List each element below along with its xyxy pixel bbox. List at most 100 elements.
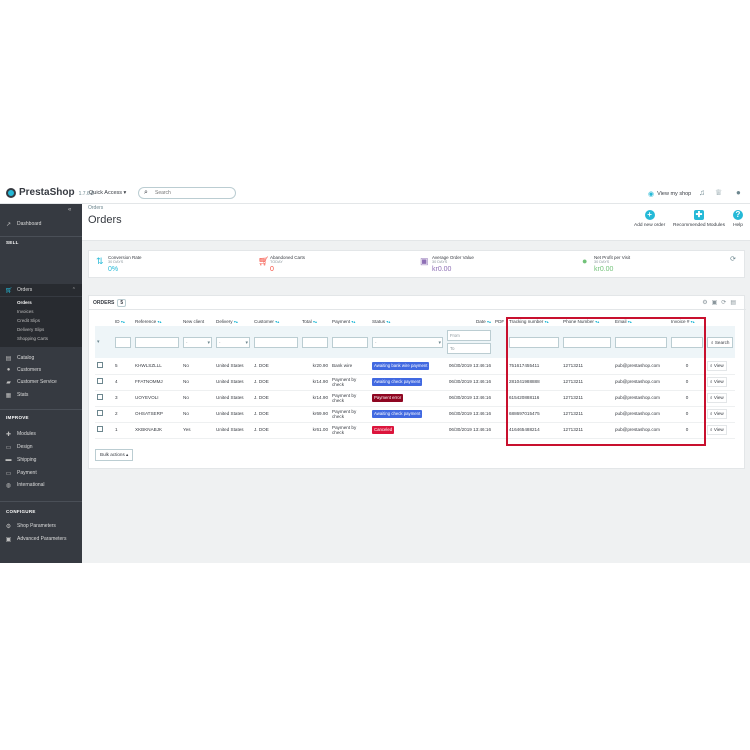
sidebar-subitem-credit-slips[interactable]: Credit Slips xyxy=(17,318,40,323)
logo[interactable]: PrestaShop 1.7.6.0 xyxy=(6,187,94,198)
column-header-reference[interactable]: Reference ▾▴ xyxy=(133,317,181,326)
search-input[interactable] xyxy=(155,189,231,197)
sidebar-item-advanced-parameters[interactable]: ▣ Advanced Parameters xyxy=(0,533,82,545)
column-header-invoice[interactable]: Invoice # ▾▴ xyxy=(669,317,705,326)
column-header-phone-number[interactable]: Phone Number ▾▴ xyxy=(561,317,613,326)
table-row[interactable]: 2 OHSATSERP No United States J. DOE kr69… xyxy=(95,406,736,423)
view-my-shop-link[interactable]: ◉ View my shop xyxy=(648,190,691,198)
refresh-list-icon[interactable]: ⟳ xyxy=(721,300,730,306)
sidebar-item-orders[interactable]: 🛒︎ Orders ⌃ xyxy=(0,284,82,296)
filter-reference-input[interactable] xyxy=(135,336,179,348)
filter-email-input[interactable] xyxy=(615,336,667,348)
column-header-payment[interactable]: Payment ▾▴ xyxy=(330,317,370,326)
filter-id-input[interactable] xyxy=(115,336,131,348)
add-new-order-button[interactable]: + Add new order xyxy=(634,210,665,228)
row-checkbox[interactable] xyxy=(97,394,103,401)
cell-phone-number: 12713211 xyxy=(561,406,613,423)
status-badge[interactable]: Awaiting bank wire payment xyxy=(372,362,430,370)
user-account-icon[interactable]: ● xyxy=(736,188,741,197)
row-checkbox[interactable] xyxy=(97,378,103,385)
status-badge[interactable]: Awaiting check payment xyxy=(372,378,423,386)
cell-tracking-number[interactable]: 281041988888 xyxy=(507,374,561,391)
logo-text: PrestaShop xyxy=(19,187,75,198)
row-checkbox[interactable] xyxy=(97,426,103,433)
view-order-button[interactable]: ⌕ View xyxy=(707,393,727,403)
filter-date-from-input[interactable]: From xyxy=(447,330,491,341)
sidebar-subitem-shopping-carts[interactable]: Shopping Carts xyxy=(17,336,48,341)
sidebar-item-stats[interactable]: ▦ Stats xyxy=(0,389,82,401)
export-icon[interactable]: ▣ xyxy=(712,300,722,306)
table-row[interactable]: 4 FFATNOMMJ No United States J. DOE kr14… xyxy=(95,374,736,391)
filter-invoice-input[interactable] xyxy=(671,336,703,348)
view-order-button[interactable]: ⌕ View xyxy=(707,377,727,387)
collapse-sidebar-icon[interactable]: « xyxy=(68,207,71,213)
table-row[interactable]: 5 KHWLSZLLL No United States J. DOE kr20… xyxy=(95,358,736,375)
sidebar-item-customer-service[interactable]: ▰ Customer Service xyxy=(0,376,82,388)
cell-phone-number: 12713211 xyxy=(561,358,613,375)
cell-reference: KHWLSZLLL xyxy=(133,358,181,375)
quick-access-dropdown[interactable]: Quick Access ▾ xyxy=(89,190,126,196)
column-header-total[interactable]: Total ▾▴ xyxy=(300,317,330,326)
bulk-actions-button[interactable]: Bulk actions ▴ xyxy=(95,449,134,461)
cell-total: kr14.90 xyxy=(300,390,330,407)
column-header-tracking-number[interactable]: Tracking number ▾▴ xyxy=(507,317,561,326)
sidebar-item-modules[interactable]: ✚ Modules xyxy=(0,428,82,440)
sidebar-item-international[interactable]: ◍ International xyxy=(0,479,82,491)
sidebar-subitem-invoices[interactable]: Invoices xyxy=(17,309,34,314)
column-header-id[interactable]: ID ▾▴ xyxy=(113,317,133,326)
cell-tracking-number[interactable]: 751617455411 xyxy=(507,358,561,375)
cell-delivery: United States xyxy=(214,390,252,407)
column-header-email[interactable]: Email ▾▴ xyxy=(613,317,669,326)
column-header-customer[interactable]: Customer ▾▴ xyxy=(252,317,300,326)
bell-icon[interactable]: ♫ xyxy=(699,188,705,197)
column-header-status[interactable]: Status ▾▴ xyxy=(370,317,445,326)
cell-tracking-number[interactable]: 688697015475 xyxy=(507,406,561,423)
view-order-button[interactable]: ⌕ View xyxy=(707,361,727,371)
search-box[interactable]: ⌕ xyxy=(138,187,236,199)
sidebar-subitem-orders[interactable]: Orders xyxy=(17,300,32,305)
search-button[interactable]: ⌕ Search xyxy=(707,336,734,348)
filter-new-client-select[interactable]: - xyxy=(183,336,212,348)
column-header-new-client[interactable]: New client xyxy=(181,317,214,326)
status-badge[interactable]: Awaiting check payment xyxy=(372,410,423,418)
view-order-button[interactable]: ⌕ View xyxy=(707,425,727,435)
filter-payment-input[interactable] xyxy=(332,336,368,348)
desktop-icon: ▭ xyxy=(5,444,12,451)
sidebar-item-catalog[interactable]: ▤ Catalog xyxy=(0,352,82,364)
filter-date-to-input[interactable]: To xyxy=(447,343,491,354)
filter-customer-input[interactable] xyxy=(254,336,298,348)
cell-tracking-number[interactable]: 615420888116 xyxy=(507,390,561,407)
sidebar-item-customers[interactable]: ● Customers xyxy=(0,364,82,376)
column-header-date[interactable]: Date ▾▴ xyxy=(445,317,493,326)
status-badge[interactable]: Canceled xyxy=(372,426,395,434)
filter-status-select[interactable]: - xyxy=(372,336,443,348)
column-header-delivery[interactable]: Delivery ▾▴ xyxy=(214,317,252,326)
sidebar-item-shop-parameters[interactable]: ⚙ Shop Parameters xyxy=(0,520,82,532)
table-row[interactable]: 3 UOYEVOLI No United States J. DOE kr14.… xyxy=(95,390,736,407)
filter-tracking-input[interactable] xyxy=(509,336,559,348)
trophy-icon[interactable]: ♕ xyxy=(715,188,722,197)
breadcrumb[interactable]: Orders xyxy=(88,205,103,211)
cell-date: 06/30/2019 13:46:16 xyxy=(445,406,493,423)
filter-total-input[interactable] xyxy=(302,336,328,348)
sidebar-item-design[interactable]: ▭ Design xyxy=(0,441,82,453)
help-button[interactable]: ? Help xyxy=(733,210,743,228)
refresh-icon[interactable]: ⟳ xyxy=(730,255,736,263)
sidebar-subitem-delivery-slips[interactable]: Delivery Slips xyxy=(17,327,44,332)
settings-icon[interactable]: ⚙ xyxy=(702,300,711,306)
sql-query-icon[interactable]: ▤ xyxy=(730,300,740,306)
sidebar-item-shipping[interactable]: ▬ Shipping xyxy=(0,454,82,466)
view-order-button[interactable]: ⌕ View xyxy=(707,409,727,419)
recommended-modules-button[interactable]: ✚ Recommended Modules xyxy=(673,210,725,228)
row-checkbox[interactable] xyxy=(97,362,103,368)
sidebar-item-label: Catalog xyxy=(17,355,35,361)
sidebar-item-payment[interactable]: ▭ Payment xyxy=(0,467,82,479)
row-checkbox[interactable] xyxy=(97,410,103,417)
sidebar-item-dashboard[interactable]: ↗ Dashboard xyxy=(0,218,82,230)
cell-tracking-number[interactable]: 416465488214 xyxy=(507,422,561,439)
search-icon: ⌕ xyxy=(710,411,713,417)
filter-phone-input[interactable] xyxy=(563,336,611,348)
status-badge[interactable]: Payment error xyxy=(372,394,404,402)
filter-delivery-select[interactable]: - xyxy=(216,336,250,348)
table-row[interactable]: 1 XKBKNABJK Yes United States J. DOE kr6… xyxy=(95,422,736,439)
